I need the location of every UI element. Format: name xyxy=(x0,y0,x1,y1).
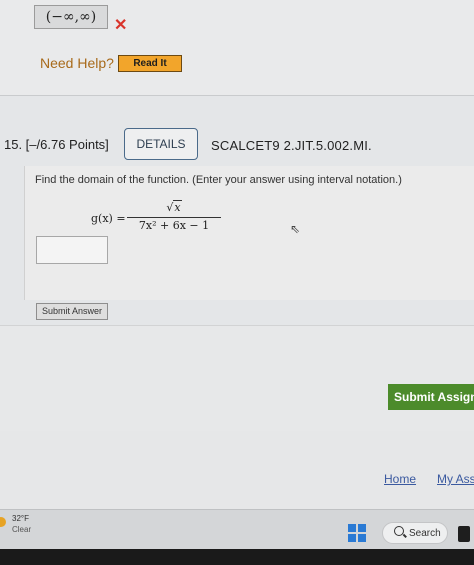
fraction-numerator: √x xyxy=(127,200,221,216)
taskbar-app-icon[interactable] xyxy=(458,526,470,542)
domain-answer-input[interactable] xyxy=(36,236,108,264)
sqrt-radicand: x xyxy=(173,200,182,214)
fraction-bar xyxy=(127,217,221,218)
submit-answer-button[interactable]: Submit Answer xyxy=(36,303,108,320)
need-help-label: Need Help? xyxy=(40,55,114,71)
weather-temperature: 32°F xyxy=(12,514,29,523)
function-lhs: g(x) = xyxy=(91,212,126,225)
windows-start-icon[interactable] xyxy=(348,524,366,542)
search-icon xyxy=(394,526,404,536)
page-footer xyxy=(0,431,474,509)
question-header: 15. [–/6.76 Points] DETAILS SCALCET9 2.J… xyxy=(0,124,474,166)
read-it-button[interactable]: Read It xyxy=(118,55,182,72)
submit-assignment-button[interactable]: Submit Assignm xyxy=(388,384,474,410)
weather-description: Clear xyxy=(12,525,32,534)
question-number-points: 15. [–/6.76 Points] xyxy=(4,137,109,152)
screen-bezel xyxy=(0,549,474,565)
function-fraction: √x 7x² + 6x − 1 xyxy=(127,200,221,233)
fraction-denominator: 7x² + 6x − 1 xyxy=(138,219,210,232)
question-instructions: Find the domain of the function. (Enter … xyxy=(35,174,402,186)
question-body: Find the domain of the function. (Enter … xyxy=(24,166,474,300)
home-link[interactable]: Home xyxy=(384,472,416,486)
details-button[interactable]: DETAILS xyxy=(124,128,198,160)
incorrect-x-icon: ✕ xyxy=(114,17,128,34)
question-code: SCALCET9 2.JIT.5.002.MI. xyxy=(211,138,372,153)
mouse-cursor-icon: ⇖ xyxy=(290,222,301,236)
taskbar-search-box[interactable]: Search xyxy=(382,522,448,544)
previous-answer-field[interactable]: (−∞,∞) xyxy=(34,5,108,29)
my-assignments-link[interactable]: My Ass xyxy=(437,472,474,486)
assignment-submit-panel xyxy=(0,325,474,432)
